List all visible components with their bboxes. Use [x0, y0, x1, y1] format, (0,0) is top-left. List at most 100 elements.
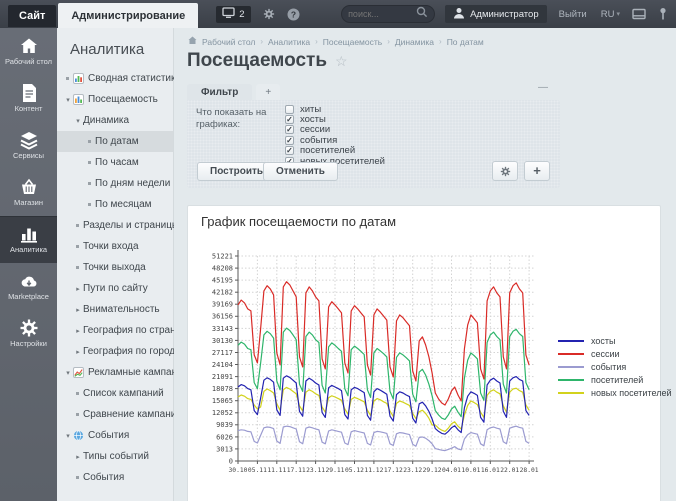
- rail-item-settings[interactable]: Настройки: [0, 310, 57, 357]
- sidebar-item[interactable]: ▾Динамика: [57, 110, 173, 131]
- sidebar-item[interactable]: По дням недели: [57, 173, 173, 194]
- filter-option: хосты: [285, 114, 385, 124]
- sidebar-item[interactable]: ▾Рекламные кампании: [57, 362, 173, 383]
- checkbox-checked[interactable]: [285, 125, 294, 134]
- checkbox-checked[interactable]: [285, 115, 294, 124]
- rail-item-store[interactable]: Магазин: [0, 169, 57, 216]
- home-icon[interactable]: [188, 36, 197, 47]
- rail-item-analytics[interactable]: Аналитика: [0, 216, 57, 263]
- svg-text:11.11: 11.11: [267, 467, 286, 474]
- sidebar-item[interactable]: ▸Типы событий: [57, 446, 173, 467]
- rail-item-services[interactable]: Сервисы: [0, 122, 57, 169]
- gear-icon[interactable]: [263, 8, 275, 20]
- sidebar-title: Аналитика: [57, 28, 173, 68]
- svg-text:3013: 3013: [216, 445, 233, 453]
- breadcrumb-item[interactable]: Динамика: [395, 37, 434, 47]
- site-tab[interactable]: Сайт: [8, 5, 56, 27]
- filter-option-label: посетителей: [300, 145, 355, 156]
- chevron-right-icon[interactable]: ▸: [73, 348, 83, 356]
- bullet-icon: [76, 266, 79, 269]
- breadcrumb-item[interactable]: Аналитика: [268, 37, 310, 47]
- chart-card: График посещаемости по датам 03013602690…: [187, 205, 661, 501]
- sidebar-item[interactable]: События: [57, 467, 173, 488]
- rail-item-content[interactable]: Контент: [0, 75, 57, 122]
- svg-text:?: ?: [290, 9, 295, 19]
- svg-text:39169: 39169: [212, 301, 233, 309]
- filter-add-button[interactable]: +: [524, 161, 550, 181]
- user-button[interactable]: Администратор: [445, 5, 547, 23]
- svg-text:10.01: 10.01: [461, 467, 480, 474]
- notifications-button[interactable]: 2: [216, 6, 250, 23]
- language-selector[interactable]: RU ▾: [601, 9, 620, 20]
- sidebar-item-label: География по городам: [83, 346, 188, 357]
- chevron-right-icon[interactable]: ▸: [73, 306, 83, 314]
- checkbox-checked[interactable]: [285, 146, 294, 155]
- logout-link[interactable]: Выйти: [559, 9, 587, 20]
- sidebar-item[interactable]: ▾События: [57, 425, 173, 446]
- sidebar-item-label: По месяцам: [95, 199, 152, 210]
- sidebar-item[interactable]: Сводная статистика: [57, 68, 173, 89]
- breadcrumb-separator: ›: [260, 37, 263, 46]
- checkbox-unchecked[interactable]: [285, 105, 294, 114]
- sidebar-item[interactable]: Список кампаний: [57, 383, 173, 404]
- sidebar-item[interactable]: ▸География по городам: [57, 341, 173, 362]
- pin-icon[interactable]: [658, 7, 668, 21]
- filter-option: события: [285, 135, 385, 145]
- sidebar-item-label: Типы событий: [83, 451, 149, 462]
- chevron-right-icon[interactable]: ▸: [73, 327, 83, 335]
- add-filter-tab[interactable]: +: [256, 84, 280, 100]
- filter-settings-button[interactable]: [492, 161, 518, 181]
- checkbox-checked[interactable]: [285, 136, 294, 145]
- filter-tab[interactable]: Фильтр: [187, 84, 252, 100]
- cancel-button[interactable]: Отменить: [263, 162, 338, 181]
- breadcrumb-separator: ›: [387, 37, 390, 46]
- svg-text:27117: 27117: [212, 349, 233, 357]
- breadcrumb-item[interactable]: Посещаемость: [323, 37, 382, 47]
- svg-text:29.11: 29.11: [326, 467, 345, 474]
- breadcrumb-item[interactable]: Рабочий стол: [202, 37, 255, 47]
- favorite-star-icon[interactable]: ☆: [335, 53, 348, 70]
- chevron-right-icon[interactable]: ▸: [73, 453, 83, 461]
- sidebar-item[interactable]: Точки выхода: [57, 257, 173, 278]
- sidebar-item-label: Сравнение кампаний: [83, 409, 182, 420]
- svg-text:21091: 21091: [212, 373, 233, 381]
- sidebar-item-label: Список кампаний: [83, 388, 164, 399]
- search-icon[interactable]: [416, 5, 428, 23]
- chevron-down-icon[interactable]: ▾: [73, 117, 83, 125]
- sidebar-item[interactable]: По месяцам: [57, 194, 173, 215]
- chevron-down-icon[interactable]: ▾: [63, 369, 73, 377]
- rail-item-desktop[interactable]: Рабочий стол: [0, 28, 57, 75]
- legend-line-swatch: [558, 366, 584, 368]
- sidebar-item[interactable]: ▸Пути по сайту: [57, 278, 173, 299]
- sidebar-item[interactable]: ▸География по странам: [57, 320, 173, 341]
- content-icon: [20, 83, 38, 103]
- chevron-down-icon[interactable]: ▾: [63, 96, 73, 104]
- search-input[interactable]: [348, 9, 416, 19]
- marketplace-icon: [19, 271, 39, 291]
- sidebar-item[interactable]: Точки входа: [57, 236, 173, 257]
- sidebar-item[interactable]: Разделы и страницы: [57, 215, 173, 236]
- help-icon[interactable]: ?: [287, 8, 300, 21]
- summary-icon: [73, 73, 84, 84]
- sidebar-item[interactable]: ▾Посещаемость: [57, 89, 173, 110]
- svg-text:12052: 12052: [212, 409, 233, 417]
- svg-text:16.01: 16.01: [481, 467, 500, 474]
- collapse-filter-icon[interactable]: —: [536, 82, 550, 94]
- bullet-icon: [76, 245, 79, 248]
- svg-text:0: 0: [229, 457, 233, 465]
- filter-option-label: сессии: [300, 124, 330, 135]
- sidebar-item[interactable]: Сравнение кампаний: [57, 404, 173, 425]
- sidebar-item[interactable]: По часам: [57, 152, 173, 173]
- notifications-count: 2: [239, 9, 244, 20]
- chevron-down-icon[interactable]: ▾: [63, 432, 73, 440]
- sidebar-item[interactable]: По датам: [57, 131, 173, 152]
- svg-text:9039: 9039: [216, 421, 233, 429]
- toggle-panel-icon[interactable]: [632, 7, 646, 21]
- sidebar-item[interactable]: ▸Внимательность: [57, 299, 173, 320]
- admin-tab[interactable]: Администрирование: [58, 3, 198, 28]
- legend-item: сессии: [558, 347, 671, 360]
- chevron-right-icon[interactable]: ▸: [73, 285, 83, 293]
- rail-item-marketplace[interactable]: Marketplace: [0, 263, 57, 310]
- chart-title: График посещаемости по датам: [201, 214, 396, 229]
- breadcrumb-item[interactable]: По датам: [447, 37, 484, 47]
